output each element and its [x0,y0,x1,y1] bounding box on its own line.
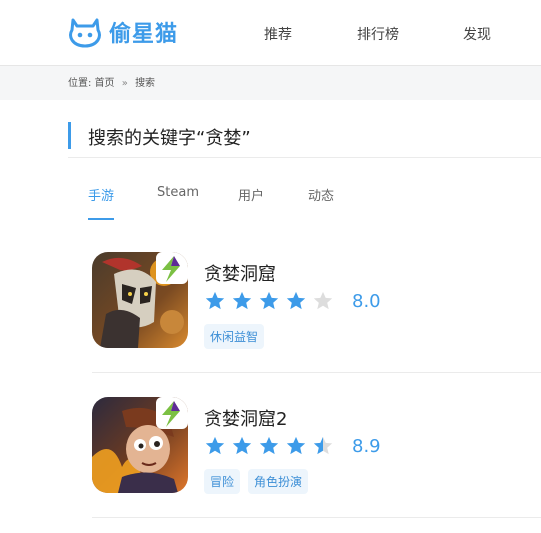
star-rating [204,435,339,457]
game-art-icon [92,397,188,493]
game-result-item[interactable]: 贪婪洞窟 8.0 休闲益智 [92,252,541,370]
nav-discover[interactable]: 发现 [463,24,491,44]
star-empty-icon [313,291,333,310]
tag[interactable]: 角色扮演 [248,469,309,494]
result-divider [92,517,541,518]
game-art-icon [92,252,188,348]
tab-mobile-games[interactable]: 手游 [88,185,114,204]
star-icon [232,291,252,310]
game-name[interactable]: 贪婪洞窟 [204,260,276,286]
active-tab-indicator [88,218,114,220]
breadcrumb: 位置: 首页 » 搜索 [68,74,155,89]
rating-score: 8.0 [352,291,381,312]
game-name[interactable]: 贪婪洞窟2 [204,405,287,431]
tab-posts[interactable]: 动态 [308,185,334,204]
result-divider [92,372,541,373]
cat-logo-icon [69,18,101,48]
title-divider [68,157,541,158]
tab-users[interactable]: 用户 [238,185,264,204]
search-title: 搜索的关键字“贪婪” [88,128,251,149]
star-icon [286,291,306,310]
star-icon [232,436,252,455]
star-icon [205,436,225,455]
nav-ranking[interactable]: 排行榜 [357,24,399,44]
breadcrumb-prefix: 位置: [68,78,92,89]
star-rating [204,290,339,312]
logo-text: 偷星猫 [109,22,179,47]
main-content: 搜索的关键字“贪婪” 手游 Steam 用户 动态 贪婪洞窟 8.0 休闲益智 … [0,100,541,533]
nav-recommend[interactable]: 推荐 [264,24,292,44]
breadcrumb-current: 搜索 [135,78,156,89]
star-icon [286,436,306,455]
breadcrumb-separator: » [121,78,128,89]
site-logo[interactable]: 偷星猫 [67,16,178,48]
site-header: 偷星猫 推荐 排行榜 发现 [0,0,541,66]
star-icon [205,291,225,310]
star-icon [259,291,279,310]
tag-list: 休闲益智 [204,324,272,349]
tag-list: 冒险 角色扮演 [204,469,316,494]
rating-score: 8.9 [352,436,381,457]
star-icon [259,436,279,455]
breadcrumb-home[interactable]: 首页 [95,78,115,89]
tag[interactable]: 休闲益智 [204,324,265,349]
game-result-item[interactable]: 贪婪洞窟2 8.9 冒险 角色扮演 [92,397,541,515]
title-accent-bar [68,122,71,149]
game-icon[interactable] [92,252,188,348]
tag[interactable]: 冒险 [204,469,241,494]
star-half-icon [313,436,333,455]
game-icon[interactable] [92,397,188,493]
tab-steam[interactable]: Steam [157,185,199,200]
